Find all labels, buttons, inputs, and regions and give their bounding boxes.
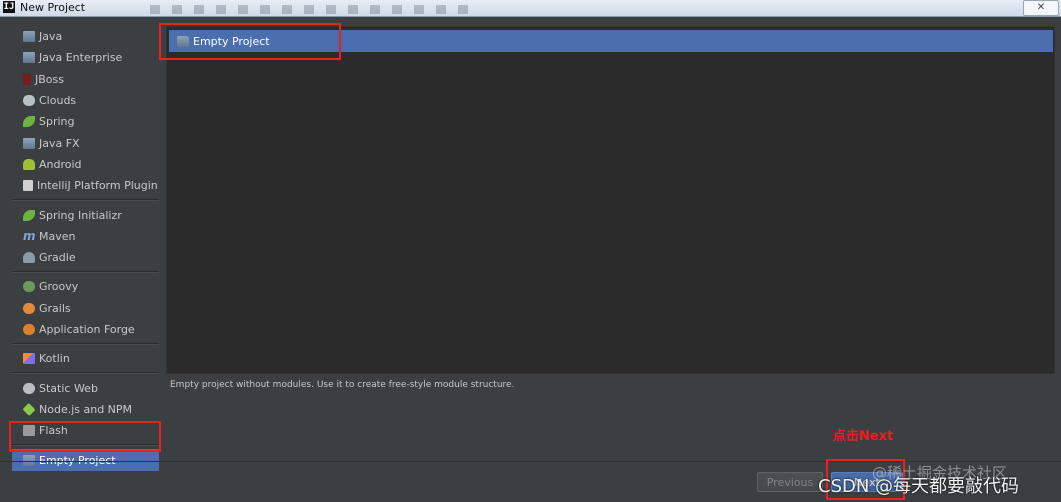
sidebar-item-label: Maven: [39, 229, 76, 243]
sidebar-item-label: IntelliJ Platform Plugin: [37, 179, 158, 193]
sidebar-item-spring[interactable]: Spring: [12, 111, 159, 132]
sidebar-item-spring-initializr[interactable]: Spring Initializr: [12, 204, 159, 225]
sidebar-item-label: JBoss: [35, 72, 64, 86]
folder-icon: [177, 35, 189, 47]
sidebar-item-jboss[interactable]: JBoss: [12, 69, 159, 90]
sidebar-item-java-enterprise[interactable]: Java Enterprise: [12, 47, 159, 68]
sidebar-item-static-web[interactable]: Static Web: [12, 377, 159, 398]
previous-button[interactable]: Previous: [757, 472, 823, 492]
cloud-icon: [23, 95, 35, 107]
sidebar-item-label: Application Forge: [39, 323, 135, 336]
description-panel: Empty project without modules. Use it to…: [166, 376, 1055, 459]
application-forge-icon: [23, 324, 35, 335]
sidebar-separator: [12, 444, 159, 447]
sidebar-item-groovy[interactable]: Groovy: [12, 276, 159, 297]
maven-icon: m: [23, 228, 36, 243]
sidebar-item-kotlin[interactable]: Kotlin: [12, 348, 159, 369]
folder-icon: [23, 137, 35, 149]
sidebar-item-maven[interactable]: m Maven: [12, 226, 159, 247]
intellij-plugin-icon: [23, 180, 33, 192]
folder-icon: [23, 31, 35, 43]
sidebar-item-label: Android: [39, 157, 82, 171]
sidebar-item-label: Java FX: [39, 136, 80, 150]
background-toolbar: [150, 5, 470, 14]
intellij-icon: IJ: [3, 1, 15, 13]
sidebar-item-label: Static Web: [39, 381, 98, 395]
sidebar-item-flash[interactable]: Flash: [12, 420, 159, 441]
sidebar-item-intellij-platform-plugin[interactable]: IntelliJ Platform Plugin: [12, 175, 159, 196]
groovy-icon: [23, 281, 35, 293]
close-icon: ✕: [1036, 2, 1046, 13]
sidebar-item-label: Kotlin: [39, 352, 70, 366]
sidebar-item-application-forge[interactable]: Application Forge: [12, 319, 159, 340]
sidebar-item-gradle[interactable]: Gradle: [12, 247, 159, 268]
project-template-list: Empty Project: [166, 26, 1055, 374]
java-enterprise-icon: [23, 52, 35, 64]
sidebar-item-label: Java Enterprise: [39, 51, 123, 65]
sidebar-item-label: Flash: [39, 424, 68, 438]
sidebar-item-node-js-and-npm[interactable]: Node.js and NPM: [12, 399, 159, 420]
jboss-icon: [23, 73, 31, 85]
template-item-empty-project[interactable]: Empty Project: [169, 30, 1053, 52]
watermark-csdn: CSDN @每天都要敲代码: [818, 476, 1020, 497]
sidebar-item-grails[interactable]: Grails: [12, 298, 159, 319]
sidebar-item-java-fx[interactable]: Java FX: [12, 132, 159, 153]
flash-icon: [23, 425, 35, 437]
close-button[interactable]: ✕: [1023, 0, 1059, 16]
sidebar-item-java[interactable]: Java: [12, 26, 159, 47]
gradle-icon: [23, 252, 35, 264]
sidebar-item-android[interactable]: Android: [12, 154, 159, 175]
sidebar-separator: [12, 271, 159, 274]
sidebar-item-label: Clouds: [39, 94, 77, 108]
sidebar-item-label: Grails: [39, 301, 71, 315]
template-item-label: Empty Project: [193, 34, 270, 48]
sidebar-item-label: Java: [39, 30, 63, 44]
android-icon: [23, 158, 35, 170]
spring-initializr-icon: [23, 209, 35, 221]
nodejs-icon: [22, 402, 36, 416]
static-web-icon: [23, 382, 35, 394]
sidebar-item-label: Spring: [39, 115, 75, 129]
title-bar: IJ New Project ✕: [0, 0, 1061, 17]
spring-leaf-icon: [23, 116, 35, 128]
kotlin-icon: [23, 353, 35, 365]
sidebar-item-label: Spring Initializr: [39, 208, 122, 222]
sidebar-item-clouds[interactable]: Clouds: [12, 90, 159, 111]
sidebar-item-label: Groovy: [39, 280, 79, 294]
project-description: Empty project without modules. Use it to…: [170, 380, 515, 390]
annotation-click-next: 点击Next: [833, 429, 894, 444]
window-title: New Project: [20, 1, 86, 14]
sidebar-item-label: Node.js and NPM: [39, 402, 133, 416]
grails-icon: [23, 302, 35, 314]
sidebar-separator: [12, 372, 159, 375]
sidebar-separator: [12, 199, 159, 202]
sidebar-separator: [12, 343, 159, 346]
sidebar-item-label: Gradle: [39, 251, 76, 265]
project-type-list: Java Java Enterprise JBoss Clouds Spring Java…: [12, 26, 159, 472]
